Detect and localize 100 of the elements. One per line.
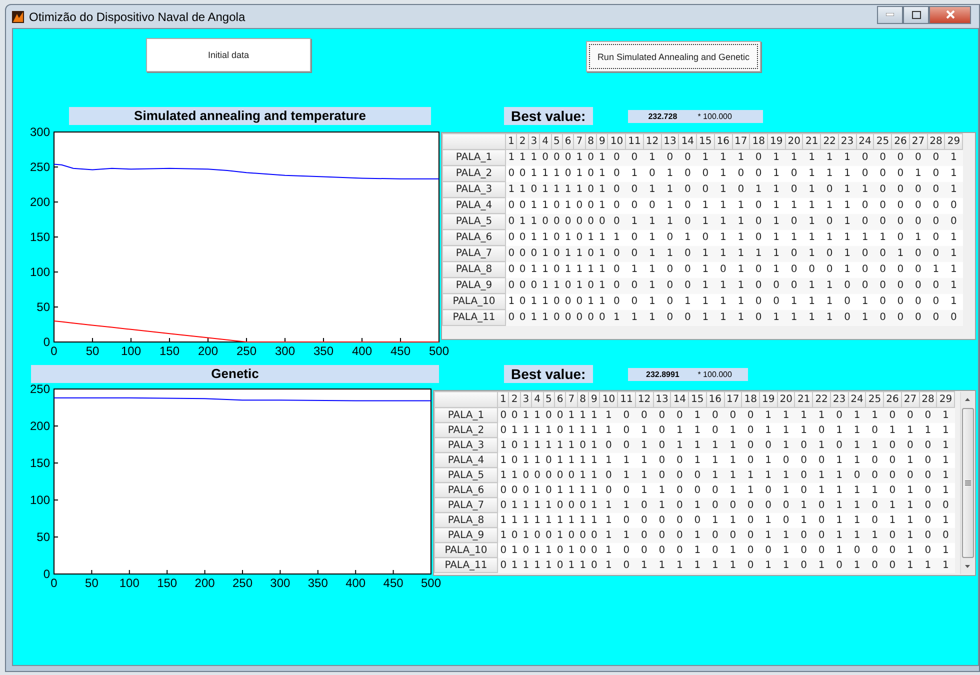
table-cell: 0 (661, 230, 679, 246)
table-cell: 1 (777, 482, 795, 498)
table-cell: 0 (653, 452, 671, 468)
table-cell: 1 (520, 452, 532, 468)
table-cell: 0 (724, 498, 742, 512)
app-logo-icon (12, 10, 24, 22)
column-header: 25 (866, 392, 884, 408)
table-cell: 0 (927, 182, 945, 198)
table-cell: 0 (543, 528, 554, 542)
table-cell: 0 (661, 310, 679, 326)
table-cell: 1 (562, 262, 574, 278)
close-button[interactable] (929, 6, 971, 24)
table-cell: 1 (661, 182, 679, 198)
table-cell: 0 (585, 166, 596, 182)
table-cell: 0 (551, 198, 562, 214)
table-cell: 1 (528, 214, 540, 230)
table-cell: 0 (706, 542, 724, 558)
action-button[interactable]: Initial data (146, 38, 311, 72)
row-header: PALA_8 (434, 512, 498, 528)
table-cell: 0 (909, 198, 928, 214)
table-cell: 1 (562, 198, 574, 214)
table-cell: 0 (562, 214, 574, 230)
table-cell: 0 (551, 246, 562, 262)
table-cell: 0 (767, 278, 786, 294)
table-cell: 1 (528, 262, 540, 278)
table-cell: 1 (732, 246, 750, 262)
tick-label: 300 (270, 576, 290, 590)
table-cell: 0 (759, 498, 778, 512)
column-header: 16 (706, 392, 724, 408)
table-cell: 0 (919, 498, 937, 512)
table-cell: 1 (830, 482, 848, 498)
table-cell: 1 (724, 558, 742, 572)
table-cell: 1 (635, 422, 654, 438)
table-cell: 0 (661, 278, 679, 294)
table-cell: 1 (554, 512, 566, 528)
corner-header (442, 134, 506, 150)
row-header: PALA_1 (442, 150, 506, 166)
table-cell: 1 (848, 438, 866, 452)
scrollbar[interactable] (960, 392, 974, 574)
row-header: PALA_3 (434, 438, 498, 452)
table-cell: 0 (653, 408, 671, 422)
table-cell: 0 (927, 230, 945, 246)
table-cell: 1 (759, 528, 778, 542)
table-cell: 0 (927, 198, 945, 214)
table-cell: 0 (577, 438, 588, 452)
tick-label: 250 (30, 160, 50, 174)
table-cell: 1 (901, 452, 920, 468)
close-icon (946, 10, 954, 19)
table-cell: 0 (909, 150, 928, 166)
row-header: PALA_2 (434, 422, 498, 438)
table-cell: 0 (653, 422, 671, 438)
table-cell: 1 (643, 310, 662, 326)
table-cell: 1 (643, 246, 662, 262)
table-cell: 1 (706, 468, 724, 482)
column-header: 5 (551, 134, 562, 150)
table-cell: 1 (856, 182, 874, 198)
table-cell: 0 (520, 482, 532, 498)
action-button[interactable]: Run Simulated Annealing and Genetic (586, 41, 761, 72)
table-cell: 1 (848, 452, 866, 468)
minimize-button[interactable] (877, 6, 903, 24)
table-cell: 0 (551, 214, 562, 230)
table-cell: 1 (577, 408, 588, 422)
table-cell: 0 (919, 452, 937, 468)
table-cell: 0 (767, 294, 786, 310)
table-cell: 0 (635, 528, 654, 542)
table-cell: 0 (706, 482, 724, 498)
column-header: 5 (543, 392, 554, 408)
table-cell: 1 (767, 262, 786, 278)
table-cell: 1 (543, 512, 554, 528)
column-header: 13 (653, 392, 671, 408)
tick-label: 200 (30, 419, 50, 433)
table-cell: 0 (830, 408, 848, 422)
table-cell: 1 (732, 198, 750, 214)
table-cell: 1 (901, 558, 920, 572)
column-header: 19 (759, 392, 778, 408)
scroll-thumb[interactable] (962, 408, 974, 558)
table-cell: 0 (661, 294, 679, 310)
table-cell: 0 (706, 498, 724, 512)
table-cell: 0 (562, 310, 574, 326)
column-header: 8 (585, 134, 596, 150)
table-cell: 0 (848, 468, 866, 482)
table-cell: 0 (777, 512, 795, 528)
table-cell: 1 (543, 558, 554, 572)
table-cell: 1 (830, 452, 848, 468)
table-cell: 1 (732, 294, 750, 310)
table-cell: 0 (577, 528, 588, 542)
table-cell: 1 (919, 422, 937, 438)
column-header: 22 (820, 134, 838, 150)
table-cell: 1 (767, 198, 786, 214)
column-header: 4 (540, 134, 551, 150)
table-cell: 0 (927, 150, 945, 166)
table-cell: 1 (543, 498, 554, 512)
table-cell: 0 (661, 150, 679, 166)
maximize-button[interactable] (903, 6, 929, 24)
table-cell: 1 (732, 310, 750, 326)
table-cell: 0 (635, 542, 654, 558)
row-header: PALA_4 (442, 198, 506, 214)
table-cell: 1 (777, 438, 795, 452)
panel-title: Genetic (31, 365, 439, 383)
column-header: 21 (802, 134, 821, 150)
